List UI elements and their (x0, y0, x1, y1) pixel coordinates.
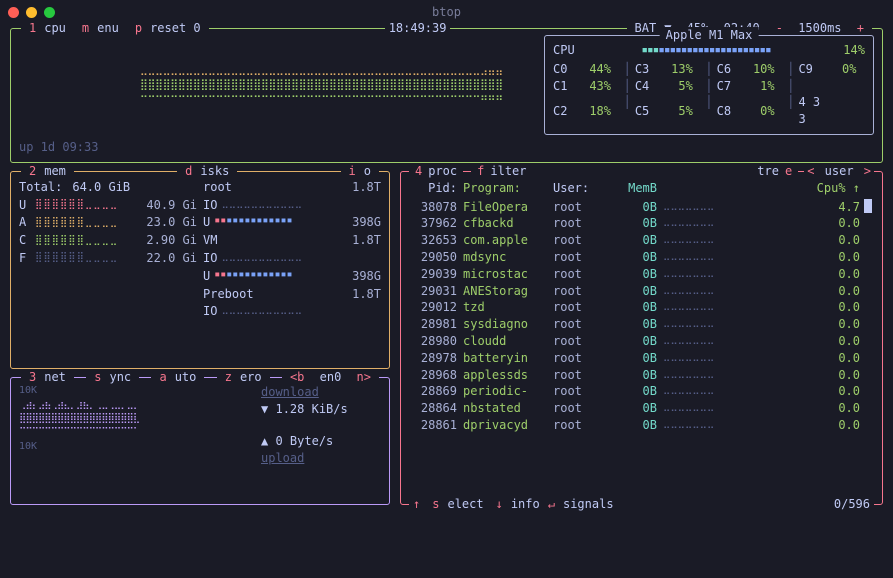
cpu-graph: ⠀⠀⠀⠀⠀⠀⠀⠀⠀⠀⠀⠀⠀⠀⠀⠀⣀⣀⣀⣀⣀⣀⣀⣀⣀⣀⣀⣀⣀⣀⣀⣀⣀⣀⣀⣀⣀⣀⣀⣀… (19, 35, 540, 135)
proc-row[interactable]: 28869periodic-root0B⣀⣀⣀⣀⣀⣀⣀0.0 (409, 383, 874, 400)
proc-row[interactable]: 29012tzdroot0B⣀⣀⣀⣀⣀⣀⣀0.0 (409, 299, 874, 316)
window-title: btop (432, 4, 461, 21)
proc-signals[interactable]: signals (559, 496, 618, 513)
uptime: up 1d 09:33 (19, 139, 874, 156)
core-cell: C143% (553, 78, 620, 95)
proc-tab[interactable]: 4proc (409, 163, 463, 180)
disk-row: IO⣀⣀⣀⣀⣀⣀⣀⣀⣀⣀⣀ (203, 250, 381, 267)
core-cell: 4 3 3 (798, 94, 865, 128)
proc-panel: 4proc filter tree < user > Pid: Program:… (400, 171, 883, 505)
upload-label: upload (261, 450, 381, 467)
tree-toggle[interactable]: tree (751, 163, 798, 180)
net-sync[interactable]: sync (86, 369, 139, 386)
disk-row: Preboot1.8T (203, 286, 381, 303)
disk-row: IO⣀⣀⣀⣀⣀⣀⣀⣀⣀⣀⣀ (203, 197, 381, 214)
download-icon (261, 402, 268, 416)
core-cell: C610% (717, 61, 784, 78)
cpu-panel: 1cpu menu preset 0 18:49:39 BAT 45% 02:4… (10, 28, 883, 163)
proc-row[interactable]: 32653com.appleroot0B⣀⣀⣀⣀⣀⣀⣀0.0 (409, 232, 874, 249)
download-speed: 1.28 KiB/s (261, 401, 381, 418)
proc-row[interactable]: 28968applessdsroot0B⣀⣀⣀⣀⣀⣀⣀0.0 (409, 367, 874, 384)
net-tab[interactable]: 3net (21, 369, 74, 386)
upload-speed: 0 Byte/s (261, 433, 381, 450)
mem-panel: 2mem disks io Total: 64.0 GiB U⣿⣿⣿⣿⣿⣿⣀⣀⣀… (10, 171, 390, 369)
disks-toggle[interactable]: disks (177, 163, 237, 180)
user-nav[interactable]: < user > (804, 163, 874, 180)
core-cell: C71% (717, 78, 784, 95)
net-auto[interactable]: auto (151, 369, 204, 386)
disk-row: VM1.8T (203, 232, 381, 249)
proc-row[interactable]: 28861dprivacydroot0B⣀⣀⣀⣀⣀⣀⣀0.0 (409, 417, 874, 434)
proc-enter[interactable]: ↵ (544, 496, 559, 513)
proc-row[interactable]: 38078FileOperaroot0B⣀⣀⣀⣀⣀⣀⣀4.7 (409, 199, 874, 216)
menu-button[interactable]: menu (74, 20, 127, 37)
proc-row[interactable]: 37962cfbackdroot0B⣀⣀⣀⣀⣀⣀⣀0.0 (409, 215, 874, 232)
disk-row: U▪▪▪▪▪▪▪▪▪▪▪▪▪398G (203, 214, 381, 231)
core-cell: C90% (798, 61, 865, 78)
traffic-lights (8, 7, 55, 18)
disk-row: U▪▪▪▪▪▪▪▪▪▪▪▪▪398G (203, 268, 381, 285)
core-cell: C044% (553, 61, 620, 78)
proc-row[interactable]: 29050mdsyncroot0B⣀⣀⣀⣀⣀⣀⣀0.0 (409, 249, 874, 266)
mem-row: U⣿⣿⣿⣿⣿⣿⣀⣀⣀⣀40.9 Gi (19, 197, 197, 214)
core-cell: C313% (635, 61, 702, 78)
disk-row: root1.8T (203, 179, 381, 196)
proc-row[interactable]: 28978batteryinroot0B⣀⣀⣀⣀⣀⣀⣀0.0 (409, 350, 874, 367)
proc-nav-up[interactable]: ↑ (409, 496, 424, 513)
proc-row[interactable]: 28981sysdiagnoroot0B⣀⣀⣀⣀⣀⣀⣀0.0 (409, 316, 874, 333)
cpu-cores-panel: Apple M1 Max CPU ▪▪▪▪▪▪▪▪▪▪▪▪▪▪▪▪▪▪▪▪▪▪▪… (544, 35, 874, 135)
minimize-icon[interactable] (26, 7, 37, 18)
upload-icon (261, 434, 268, 448)
net-iface[interactable]: <b en0 n> (282, 369, 379, 386)
preset-button[interactable]: preset 0 (127, 20, 209, 37)
cpu-bar: ▪▪▪▪▪▪▪▪▪▪▪▪▪▪▪▪▪▪▪▪▪▪▪ (641, 42, 770, 59)
mem-row: C⣿⣿⣿⣿⣿⣿⣀⣀⣀⣀2.90 Gi (19, 232, 197, 249)
core-cell: C45% (635, 78, 702, 95)
maximize-icon[interactable] (44, 7, 55, 18)
net-zero[interactable]: zero (217, 369, 270, 386)
close-icon[interactable] (8, 7, 19, 18)
core-cell: C218% (553, 94, 620, 128)
proc-row[interactable]: 29031ANEStoragroot0B⣀⣀⣀⣀⣀⣀⣀0.0 (409, 283, 874, 300)
clock: 18:49:39 (385, 20, 451, 37)
disk-row: IO⣀⣀⣀⣀⣀⣀⣀⣀⣀⣀⣀ (203, 303, 381, 320)
proc-row[interactable]: 28980clouddroot0B⣀⣀⣀⣀⣀⣀⣀0.0 (409, 333, 874, 350)
proc-select[interactable]: select (424, 496, 491, 513)
proc-row[interactable]: 29039microstacroot0B⣀⣀⣀⣀⣀⣀⣀0.0 (409, 266, 874, 283)
proc-row[interactable]: 28864nbstatedroot0B⣀⣀⣀⣀⣀⣀⣀0.0 (409, 400, 874, 417)
proc-nav-down[interactable]: ↓ (492, 496, 507, 513)
mem-tab[interactable]: 2mem (21, 163, 74, 180)
core-cell (798, 78, 865, 95)
filter-button[interactable]: filter (471, 163, 532, 180)
net-panel: 3net sync auto zero <b en0 n> 10K ⢀⣴⡄⣠⣦⢀… (10, 377, 390, 505)
io-toggle[interactable]: io (341, 163, 379, 180)
proc-header[interactable]: Pid: Program: User: MemB Cpu% ↑ (409, 178, 874, 199)
download-label: download (261, 384, 381, 401)
cpu-tab[interactable]: 1cpu (21, 20, 74, 37)
scrollbar-thumb[interactable] (864, 199, 872, 213)
net-graph: 10K ⢀⣴⡄⣠⣦⢀⣴⣄⡀⣰⣦⡀⢀⣀⢀⣀⡀⣀⡀ ⣿⣿⣿⣿⣿⣿⣿⣿⣿⣿⣿⣿⣿⣿⣿⣿… (19, 384, 253, 467)
mem-row: A⣿⣿⣿⣿⣿⣿⣀⣀⣀⣀23.0 Gi (19, 214, 197, 231)
proc-info[interactable]: info (507, 496, 544, 513)
mem-row: F⣿⣿⣿⣿⣿⣿⣀⣀⣀⣀22.0 Gi (19, 250, 197, 267)
proc-count: 0/596 (830, 496, 874, 513)
core-cell: C55% (635, 94, 702, 128)
core-cell: C80% (717, 94, 784, 128)
cpu-model: Apple M1 Max (660, 27, 759, 44)
